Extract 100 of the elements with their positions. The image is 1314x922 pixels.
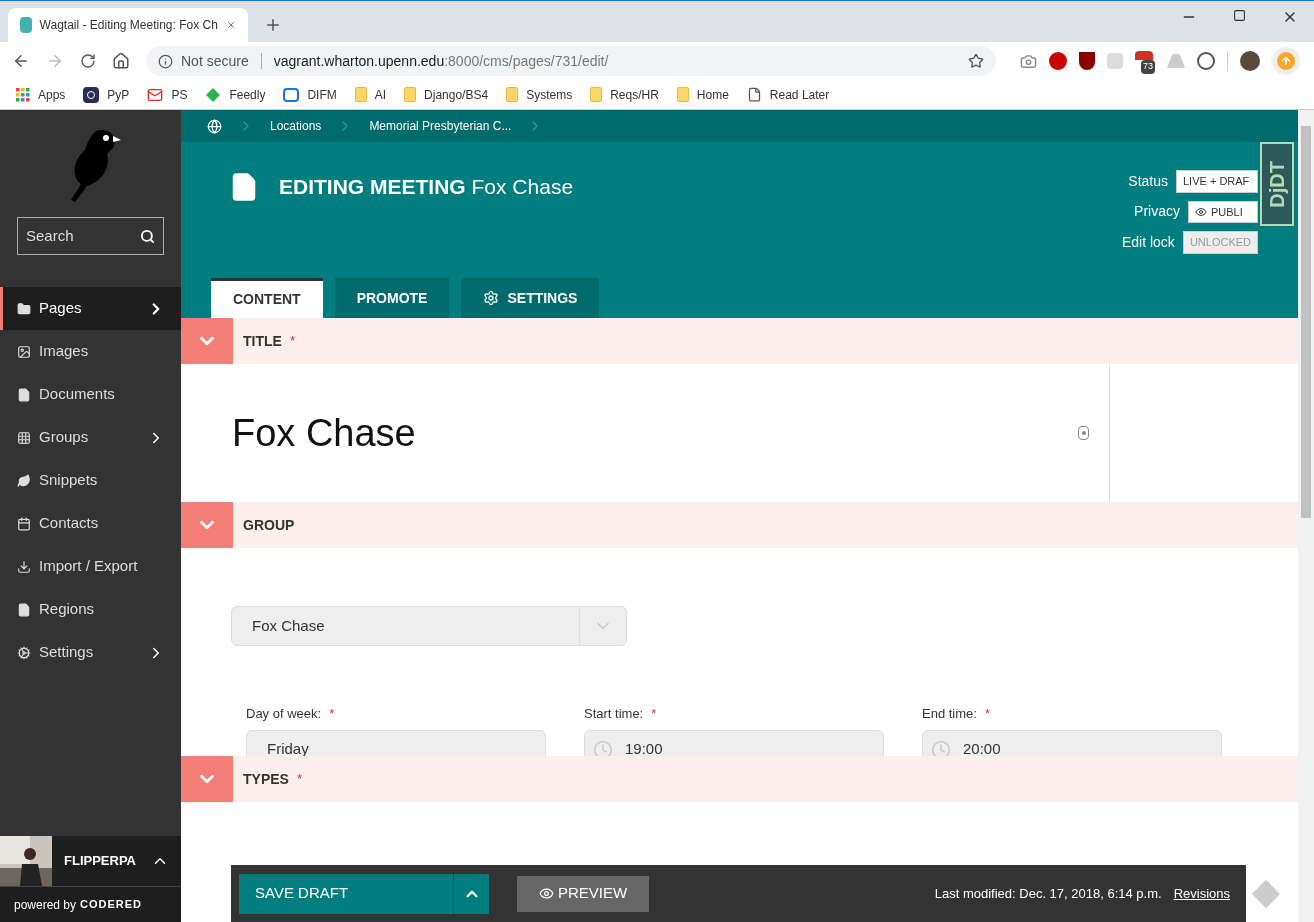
tab[interactable]: SETTINGS bbox=[461, 278, 600, 318]
bookmark[interactable]: PS bbox=[147, 85, 188, 104]
username: FLIPPERPA bbox=[64, 852, 137, 871]
privacy-badge[interactable]: PUBLI bbox=[1188, 200, 1258, 223]
sidebar-item[interactable]: Pages bbox=[0, 287, 181, 330]
collapse-toggle[interactable] bbox=[181, 502, 233, 548]
time-value: 20:00 bbox=[963, 739, 1001, 756]
preview-button[interactable]: PREVIEW bbox=[517, 875, 649, 912]
info-icon bbox=[158, 53, 173, 69]
bookmark[interactable]: DIFM bbox=[283, 85, 337, 104]
address-bar[interactable]: Not secure vagrant.wharton.upenn.edu:8000/cms/pages/731/edit/ bbox=[146, 46, 996, 76]
item-label: Snippets bbox=[39, 470, 99, 491]
arrow-up-icon bbox=[1280, 55, 1292, 67]
sidebar-item[interactable]: Import / Export bbox=[0, 545, 181, 588]
field-label: End time: * bbox=[922, 705, 991, 723]
sidebar-item[interactable]: Documents bbox=[0, 373, 181, 416]
required-mark: * bbox=[289, 332, 295, 351]
camera-icon[interactable] bbox=[1020, 52, 1037, 70]
meta-label: Status bbox=[1128, 171, 1168, 191]
title-input[interactable]: Fox Chase bbox=[232, 404, 416, 462]
save-draft-button[interactable]: SAVE DRAFT bbox=[239, 873, 453, 914]
meta-label: Edit lock bbox=[1121, 232, 1175, 252]
home-icon[interactable] bbox=[112, 52, 130, 70]
document-icon bbox=[17, 387, 31, 402]
breadcrumb-link[interactable]: Locations bbox=[270, 117, 322, 135]
security-label: Not secure bbox=[181, 51, 249, 71]
sidebar-item[interactable]: Settings bbox=[0, 631, 181, 674]
user-bar[interactable]: FLIPPERPA bbox=[0, 836, 181, 886]
field-label: Day of week: * bbox=[246, 705, 336, 723]
scrollbar[interactable] bbox=[1298, 110, 1314, 922]
revisions-link[interactable]: Revisions bbox=[1173, 883, 1230, 904]
back-icon[interactable] bbox=[12, 52, 30, 70]
bookmark[interactable]: Systems bbox=[506, 85, 573, 104]
brand-logo: CODERED bbox=[80, 897, 143, 913]
item-label: Groups bbox=[39, 427, 90, 448]
eye-icon bbox=[538, 886, 554, 901]
folder-icon bbox=[404, 87, 417, 102]
item-label: Regions bbox=[39, 599, 96, 620]
tab[interactable]: PROMOTE bbox=[334, 278, 450, 318]
scrollbar-thumb[interactable] bbox=[1301, 126, 1311, 518]
folder-icon bbox=[506, 87, 519, 102]
bookmark[interactable]: Apps bbox=[16, 85, 66, 104]
document-icon bbox=[17, 602, 31, 617]
powered-by-text: powered by bbox=[14, 896, 77, 914]
bookmark[interactable]: Django/BS4 bbox=[404, 85, 489, 104]
section-header[interactable]: GROUP bbox=[181, 502, 1298, 548]
cogs-icon bbox=[17, 645, 31, 660]
sidebar-item[interactable]: Contacts bbox=[0, 502, 181, 545]
folder-icon bbox=[590, 87, 603, 102]
page-title: EDITING MEETING Fox Chase bbox=[279, 174, 574, 201]
reload-icon[interactable] bbox=[80, 53, 96, 69]
meta-label: Privacy bbox=[1134, 202, 1180, 222]
new-tab-icon[interactable] bbox=[264, 16, 282, 34]
search-field[interactable]: Search bbox=[17, 217, 164, 255]
globe-icon[interactable] bbox=[207, 118, 222, 134]
bookmark[interactable]: AI bbox=[354, 85, 387, 104]
collapse-toggle[interactable] bbox=[181, 318, 233, 364]
browser-tab[interactable]: Wagtail - Editing Meeting: Fox Ch bbox=[8, 8, 248, 42]
search-placeholder: Search bbox=[26, 225, 74, 246]
search-icon[interactable] bbox=[140, 228, 155, 244]
count-badge: 73 bbox=[1141, 60, 1155, 74]
sidebar-item[interactable]: Regions bbox=[0, 588, 181, 631]
time-input[interactable]: 20:00 bbox=[922, 729, 1222, 756]
sidebar-item[interactable]: Images bbox=[0, 330, 181, 373]
breadcrumb-link[interactable]: Memorial Presbyterian C... bbox=[369, 117, 512, 135]
bookmark[interactable]: Read Later bbox=[746, 85, 830, 104]
image-icon bbox=[17, 344, 31, 359]
url-text: vagrant.wharton.upenn.edu:8000/cms/pages/731/edit/ bbox=[273, 51, 609, 71]
collapse-toggle[interactable] bbox=[181, 756, 233, 802]
section-title: TYPES bbox=[243, 769, 289, 789]
bookmark[interactable]: Feedly bbox=[205, 85, 266, 104]
field-info-icon[interactable] bbox=[1078, 426, 1089, 440]
settings-icon bbox=[483, 290, 500, 306]
bookmark[interactable]: Reqs/HR bbox=[590, 85, 659, 104]
debug-toolbar-handle[interactable]: DjDT bbox=[1260, 142, 1294, 226]
status-badge[interactable]: LIVE + DRAF bbox=[1176, 170, 1258, 193]
mail-icon bbox=[147, 86, 164, 103]
time-input[interactable]: 19:00 bbox=[584, 729, 884, 756]
item-label: Contacts bbox=[39, 513, 100, 534]
section-header[interactable]: TYPES * bbox=[181, 756, 1298, 802]
leaf-icon bbox=[17, 473, 31, 488]
folder-icon bbox=[17, 301, 31, 316]
maximize-icon[interactable] bbox=[1233, 9, 1246, 22]
bookmark[interactable]: Home bbox=[676, 85, 729, 104]
last-modified-text: Last modified: Dec. 17, 2018, 6:14 p.m. bbox=[934, 884, 1162, 903]
tab[interactable]: CONTENT bbox=[211, 278, 323, 318]
sidebar-item[interactable]: Snippets bbox=[0, 459, 181, 502]
avatar-icon[interactable] bbox=[1240, 51, 1260, 71]
section-header[interactable]: TITLE * bbox=[181, 318, 1298, 364]
shield-extension-icon[interactable] bbox=[1079, 52, 1095, 70]
page-icon bbox=[746, 87, 762, 102]
bookmark-star-icon[interactable] bbox=[968, 53, 984, 69]
more-actions-button[interactable] bbox=[453, 873, 489, 914]
sidebar-item[interactable]: Groups bbox=[0, 416, 181, 459]
item-label: Settings bbox=[39, 642, 95, 663]
download-icon bbox=[17, 559, 31, 574]
required-mark: * bbox=[296, 770, 302, 789]
bookmark[interactable]: PyP bbox=[83, 85, 130, 104]
item-label: Documents bbox=[39, 384, 116, 405]
group-select[interactable]: Fox Chase bbox=[231, 606, 627, 646]
